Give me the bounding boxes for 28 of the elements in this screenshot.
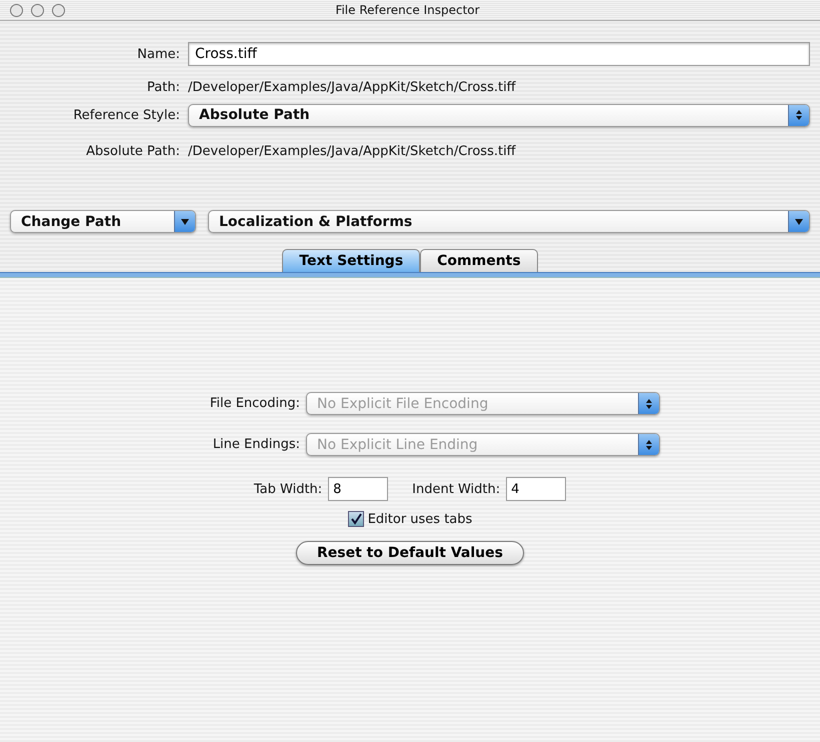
field-label: Path:	[146, 80, 181, 94]
field-label: File Encoding:	[208, 396, 301, 411]
updown-arrows-icon	[788, 104, 809, 126]
reset-button[interactable]: Reset to Default Values	[296, 541, 524, 565]
checkbox[interactable]	[348, 511, 364, 527]
path-value: /Developer/Examples/Java/AppKit/Sketch/Cross.tiff	[188, 144, 516, 158]
field-label: Reference Style:	[72, 108, 181, 122]
close-button[interactable]	[10, 4, 23, 16]
updown-arrows-icon	[638, 393, 659, 414]
updown-arrows-icon	[638, 434, 659, 455]
width-field[interactable]: 8	[328, 477, 388, 501]
width-field[interactable]: 4	[506, 477, 566, 501]
field-label: Absolute Path:	[85, 144, 181, 158]
popup-button[interactable]: Absolute Path	[188, 104, 810, 126]
popup-button[interactable]: Change Path	[10, 210, 196, 233]
window-title: File Reference Inspector	[335, 3, 481, 17]
checkbox-label: Editor uses tabs	[368, 512, 472, 526]
field-label: Name:	[136, 46, 181, 62]
field-label: Indent Width:	[412, 482, 500, 496]
tab[interactable]: Text Settings	[282, 249, 420, 272]
minimize-button[interactable]	[31, 4, 44, 16]
popup-button[interactable]: Localization & Platforms	[208, 210, 810, 233]
path-value: /Developer/Examples/Java/AppKit/Sketch/Cross.tiff	[188, 80, 516, 94]
tab[interactable]: Comments	[420, 249, 538, 272]
field-label: Tab Width:	[254, 482, 322, 496]
name-field[interactable]: Cross.tiff	[188, 42, 810, 66]
zoom-button[interactable]	[52, 4, 65, 16]
field-label: Line Endings:	[212, 437, 301, 452]
